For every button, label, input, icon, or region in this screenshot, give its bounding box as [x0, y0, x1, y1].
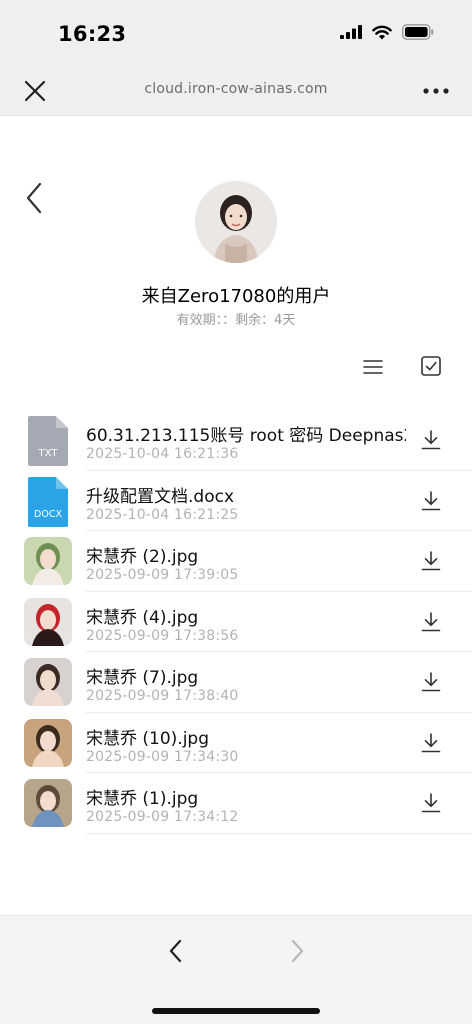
status-icons	[340, 24, 434, 40]
avatar-portrait-icon	[195, 181, 277, 263]
download-icon[interactable]	[419, 549, 443, 573]
status-bar: 16:23	[0, 0, 472, 66]
photo-icon	[24, 718, 72, 767]
file-row[interactable]: 宋慧乔 (4).jpg 2025-09-09 17:38:56	[0, 592, 472, 652]
more-icon[interactable]	[422, 79, 450, 103]
share-title: 来自Zero17080的用户	[141, 286, 331, 307]
file-name[interactable]: 升级配置文档.docx	[86, 482, 406, 507]
photo-icon	[24, 658, 72, 706]
file-list: TXT 60.31.213.115账号 root 密码 Deepnas2. 2025…	[0, 410, 472, 834]
photo-icon	[24, 597, 72, 646]
file-row[interactable]: 宋慧乔 (7).jpg 2025-09-09 17:38:40	[0, 652, 472, 713]
file-date: 2025-09-09 17:38:40	[86, 688, 239, 704]
photo-icon	[24, 537, 72, 585]
file-date: 2025-09-09 17:39:05	[86, 567, 239, 583]
nav-back-icon[interactable]	[165, 938, 187, 964]
file-name[interactable]: 60.31.213.115账号 root 密码 Deepnas2.	[86, 421, 406, 446]
avatar	[195, 181, 277, 263]
file-thumbnail	[24, 658, 72, 706]
file-docx-icon: DOCX	[28, 476, 68, 527]
download-icon[interactable]	[419, 610, 443, 634]
download-icon[interactable]	[419, 731, 443, 755]
file-name[interactable]: 宋慧乔 (10).jpg	[86, 724, 406, 749]
list-icon[interactable]	[361, 355, 385, 379]
photo-icon	[24, 779, 72, 827]
file-date: 2025-10-04 16:21:36	[86, 446, 239, 462]
file-date: 2025-09-09 17:38:56	[86, 627, 239, 644]
file-row[interactable]: 宋慧乔 (2).jpg 2025-09-09 17:39:05	[0, 531, 472, 592]
file-date: 2025-09-09 17:34:12	[86, 809, 239, 825]
file-name[interactable]: 宋慧乔 (7).jpg	[86, 663, 406, 688]
download-icon[interactable]	[419, 428, 443, 452]
download-icon[interactable]	[419, 670, 443, 694]
wifi-icon	[372, 25, 392, 39]
share-expiry: 有效期：：剩余：4天	[176, 313, 296, 328]
url-text: cloud.iron-cow-ainas.com	[144, 81, 328, 97]
file-type-label: DOCX	[34, 509, 62, 520]
home-indicator	[152, 1008, 320, 1014]
download-icon[interactable]	[419, 489, 443, 513]
file-row[interactable]: 宋慧乔 (1).jpg 2025-09-09 17:34:12	[0, 773, 472, 834]
file-thumbnail	[24, 779, 72, 827]
status-time: 16:23	[58, 22, 127, 46]
file-date: 2025-09-09 17:34:30	[86, 748, 239, 765]
bottom-toolbar	[0, 915, 472, 1024]
file-txt-icon: TXT	[28, 416, 68, 466]
download-icon[interactable]	[419, 791, 443, 815]
file-name[interactable]: 宋慧乔 (4).jpg	[86, 603, 406, 628]
row-divider	[86, 832, 472, 834]
browser-toolbar: cloud.iron-cow-ainas.com	[0, 66, 472, 116]
file-row[interactable]: TXT 60.31.213.115账号 root 密码 Deepnas2. 2025…	[0, 410, 472, 471]
checkbox-icon[interactable]	[419, 354, 443, 378]
file-date: 2025-10-04 16:21:25	[86, 506, 239, 523]
file-name[interactable]: 宋慧乔 (2).jpg	[86, 542, 406, 567]
battery-icon	[402, 24, 434, 40]
file-row[interactable]: 宋慧乔 (10).jpg 2025-09-09 17:34:30	[0, 713, 472, 773]
file-type-label: TXT	[38, 448, 59, 459]
cellular-signal-icon	[340, 25, 362, 39]
nav-forward-icon[interactable]	[286, 938, 308, 964]
file-thumbnail	[24, 597, 72, 646]
file-thumbnail	[24, 537, 72, 585]
file-thumbnail	[24, 718, 72, 767]
file-row[interactable]: DOCX 升级配置文档.docx 2025-10-04 16:21:25	[0, 471, 472, 531]
back-chevron-icon[interactable]	[22, 180, 48, 216]
file-name[interactable]: 宋慧乔 (1).jpg	[86, 784, 406, 809]
